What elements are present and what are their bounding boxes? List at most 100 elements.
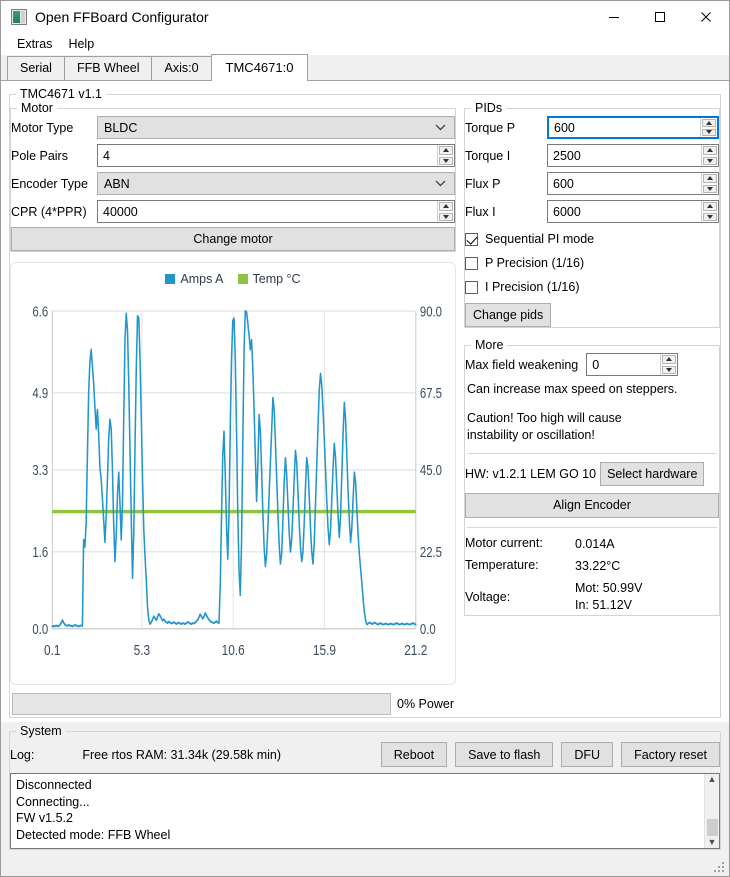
menu-item-help[interactable]: Help <box>60 35 102 53</box>
maximize-icon[interactable] <box>637 1 683 33</box>
factory-reset-button[interactable]: Factory reset <box>621 742 720 767</box>
scrollbar-thumb[interactable] <box>706 819 718 836</box>
svg-text:45.0: 45.0 <box>420 462 442 479</box>
pole-pairs-input[interactable]: 4 <box>98 145 437 166</box>
svg-text:15.9: 15.9 <box>313 642 336 659</box>
dfu-button[interactable]: DFU <box>561 742 614 767</box>
log-output[interactable]: Disconnected Connecting... FW v1.5.2 Det… <box>10 773 720 849</box>
flux-i-input[interactable]: 6000 <box>548 201 701 222</box>
max-field-weakening-spin-buttons[interactable] <box>660 354 677 375</box>
flux-p-spin-buttons[interactable] <box>701 173 718 194</box>
motor-group: Motor Motor Type BLDC Pole Pairs 4 Encod… <box>10 101 456 252</box>
svg-text:90.0: 90.0 <box>420 303 442 320</box>
encoder-type-select[interactable]: ABN <box>97 172 455 195</box>
torque-p-stepper[interactable]: 600 <box>547 116 719 139</box>
cpr-stepper[interactable]: 40000 <box>97 200 455 223</box>
resize-grip-icon[interactable] <box>714 862 726 874</box>
temperature-readout: Temperature: 33.22°C <box>465 558 719 575</box>
temperature-value: 33.22°C <box>575 558 621 573</box>
legend-item-amps[interactable]: Amps A <box>165 272 224 286</box>
cpr-input[interactable]: 40000 <box>98 201 437 222</box>
spin-up-icon[interactable] <box>662 355 677 364</box>
torque-i-row: Torque I 2500 <box>465 143 719 168</box>
i-precision-row[interactable]: I Precision (1/16) <box>465 275 719 299</box>
more-group: More Max field weakening 0 Can increase … <box>464 338 720 616</box>
legend-item-temp[interactable]: Temp °C <box>237 272 301 286</box>
tab-axis-0[interactable]: Axis:0 <box>151 56 212 80</box>
spin-up-icon[interactable] <box>702 119 716 127</box>
change-pids-button[interactable]: Change pids <box>465 303 552 327</box>
spin-down-icon[interactable] <box>703 212 717 221</box>
tab-ffb-wheel[interactable]: FFB Wheel <box>63 56 153 80</box>
legend-swatch-amps <box>165 274 176 284</box>
tab-tmc4671-0[interactable]: TMC4671:0 <box>210 54 309 81</box>
legend-label-amps: Amps A <box>180 272 224 286</box>
voltage-input-value: In: 51.12V <box>575 598 632 613</box>
p-precision-checkbox[interactable] <box>465 256 478 270</box>
flux-i-spin-buttons[interactable] <box>701 201 718 222</box>
pids-group: PIDs Torque P 600 Torque I 2500 Flux P 6… <box>464 101 720 328</box>
spin-down-icon[interactable] <box>703 184 717 193</box>
reboot-button[interactable]: Reboot <box>380 742 448 767</box>
select-hardware-button[interactable]: Select hardware <box>600 461 705 486</box>
cpr-label: CPR (4*PPR) <box>11 204 87 219</box>
cpr-spin-buttons[interactable] <box>437 201 454 222</box>
chevron-down-icon <box>435 117 446 138</box>
torque-i-stepper[interactable]: 2500 <box>547 144 719 167</box>
align-encoder-button[interactable]: Align Encoder <box>465 492 719 518</box>
save-to-flash-button[interactable]: Save to flash <box>455 742 554 767</box>
torque-p-spin-buttons[interactable] <box>700 118 717 137</box>
encoder-type-label: Encoder Type <box>11 176 88 191</box>
tab-serial[interactable]: Serial <box>7 56 65 80</box>
i-precision-checkbox[interactable] <box>465 280 478 294</box>
menu-bar: Extras Help <box>1 33 729 55</box>
spin-down-icon[interactable] <box>439 156 453 165</box>
chart-plot-area[interactable]: 0.0 0.0 1.6 22.5 3.3 45.0 4.9 67.5 6.6 90.0 0.1 5.3… <box>11 290 455 684</box>
spin-down-icon[interactable] <box>662 365 677 374</box>
torque-i-spin-buttons[interactable] <box>701 145 718 166</box>
spin-up-icon[interactable] <box>703 146 717 155</box>
svg-text:10.6: 10.6 <box>222 642 245 659</box>
system-toolbar: Log: Free rtos RAM: 31.34k (29.58k min) … <box>10 742 720 767</box>
spin-down-icon[interactable] <box>439 212 453 221</box>
menu-item-extras[interactable]: Extras <box>9 35 60 53</box>
tab-page-tmc4671: TMC4671 v1.1 Motor Motor Type BLDC Pole … <box>1 81 729 722</box>
svg-text:22.5: 22.5 <box>420 544 442 561</box>
log-line: Detected mode: FFB Wheel <box>16 827 171 842</box>
legend-swatch-temp <box>237 274 248 284</box>
change-motor-button[interactable]: Change motor <box>11 227 455 251</box>
max-field-weakening-stepper[interactable]: 0 <box>586 353 679 376</box>
caution-text-line2: instability or oscillation! <box>467 427 595 442</box>
torque-i-input[interactable]: 2500 <box>548 145 701 166</box>
pole-pairs-spin-buttons[interactable] <box>437 145 454 166</box>
spin-up-icon[interactable] <box>439 146 453 155</box>
sequential-pi-checkbox[interactable] <box>465 232 478 246</box>
max-field-weakening-input[interactable]: 0 <box>587 354 660 375</box>
p-precision-row[interactable]: P Precision (1/16) <box>465 251 719 275</box>
spin-down-icon[interactable] <box>702 128 716 136</box>
flux-p-input[interactable]: 600 <box>548 173 701 194</box>
log-text: Disconnected Connecting... FW v1.5.2 Det… <box>11 774 704 848</box>
pole-pairs-stepper[interactable]: 4 <box>97 144 455 167</box>
voltage-label: Voltage: <box>465 590 511 605</box>
spin-up-icon[interactable] <box>703 174 717 183</box>
spin-up-icon[interactable] <box>439 202 453 211</box>
flux-i-stepper[interactable]: 6000 <box>547 200 719 223</box>
spin-up-icon[interactable] <box>703 202 717 211</box>
sequential-pi-row[interactable]: Sequential PI mode <box>465 227 719 251</box>
scroll-up-icon[interactable]: ▲ <box>708 775 717 784</box>
motor-type-select[interactable]: BLDC <box>97 116 455 139</box>
torque-p-input[interactable]: 600 <box>549 118 700 137</box>
power-progress-bar <box>12 693 392 715</box>
log-scrollbar[interactable]: ▲ ▼ <box>704 774 719 848</box>
close-icon[interactable] <box>683 1 729 33</box>
power-row: 0% Power <box>10 693 456 717</box>
motor-type-value: BLDC <box>104 120 138 135</box>
temperature-label: Temperature: <box>465 557 539 572</box>
flux-p-stepper[interactable]: 600 <box>547 172 719 195</box>
minimize-icon[interactable] <box>591 1 637 33</box>
scroll-down-icon[interactable]: ▼ <box>708 838 717 847</box>
pole-pairs-row: Pole Pairs 4 <box>11 143 455 168</box>
pids-group-legend: PIDs <box>475 101 503 115</box>
spin-down-icon[interactable] <box>703 156 717 165</box>
